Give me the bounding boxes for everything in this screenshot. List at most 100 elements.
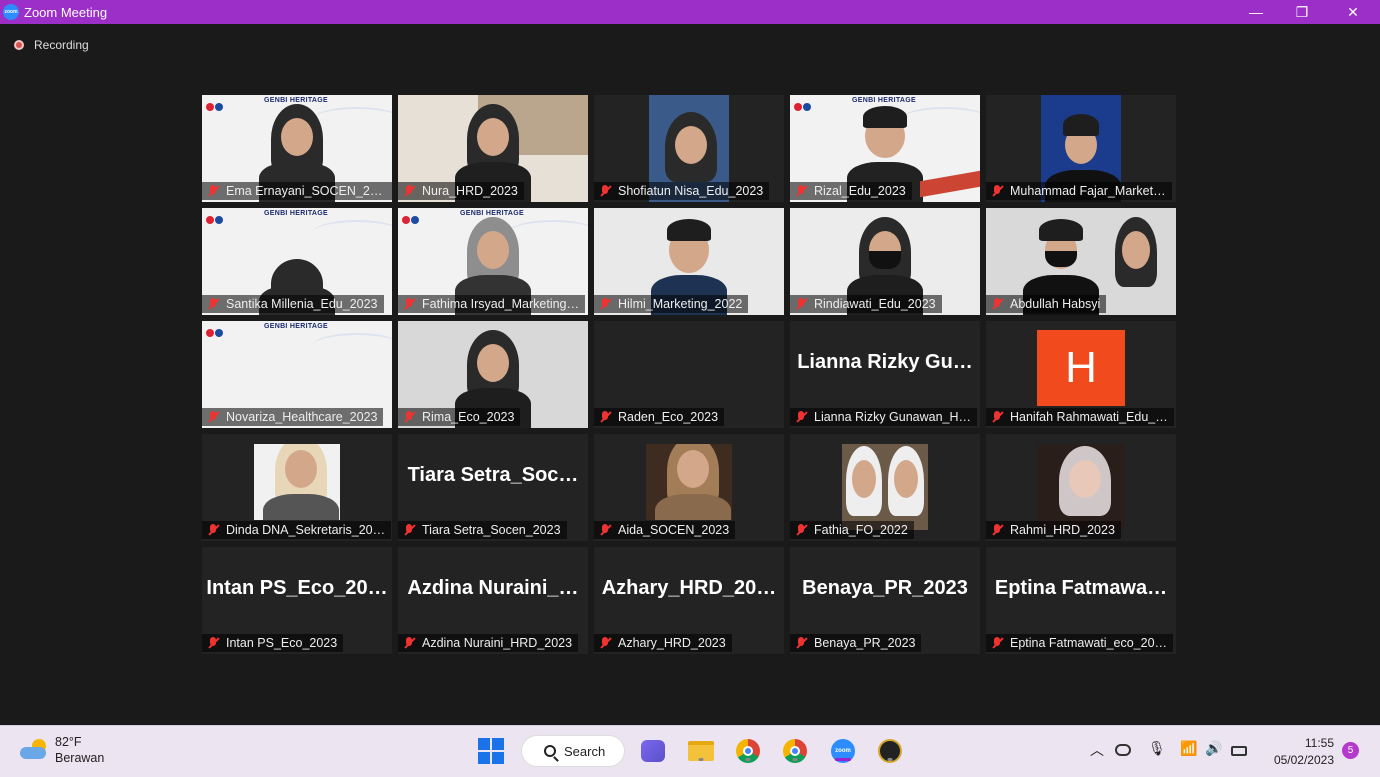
participant-name: Lianna Rizky Gunawan_H… <box>814 410 972 424</box>
participant-video <box>259 104 335 202</box>
participant-display-name: Benaya_PR_2023 <box>802 577 968 599</box>
participant-name: Santika Millenia_Edu_2023 <box>226 297 378 311</box>
participant-display-name: Eptina Fatmawa… <box>994 577 1168 599</box>
participant-tile[interactable]: Raden_Eco_2023 <box>594 321 784 428</box>
participant-tile[interactable]: Lianna Rizky Gu… Lianna Rizky Gunawan_H… <box>790 321 980 428</box>
participant-name: Fathima Irsyad_Marketing… <box>422 297 580 311</box>
participant-name-tag: Shofiatun Nisa_Edu_2023 <box>594 182 770 200</box>
notification-badge[interactable]: 5 <box>1342 742 1359 759</box>
participant-name-tag: Intan PS_Eco_2023 <box>202 634 344 652</box>
participant-name-tag: Benaya_PR_2023 <box>790 634 922 652</box>
participant-tile[interactable]: Hilmi_Marketing_2022 <box>594 208 784 315</box>
close-button[interactable]: ✕ <box>1330 0 1376 24</box>
participant-name: Rindiawati_Edu_2023 <box>814 297 936 311</box>
participant-display-name: Lianna Rizky Gu… <box>797 351 973 373</box>
participant-tile[interactable]: Eptina Fatmawa… Eptina Fatmawati_eco_20… <box>986 547 1176 654</box>
participant-avatar <box>254 444 340 520</box>
wifi-icon[interactable]: 📶 <box>1180 740 1197 757</box>
participant-tile[interactable]: Rindiawati_Edu_2023 <box>790 208 980 315</box>
sponsor-logos-icon <box>794 98 812 111</box>
mic-muted-icon <box>402 523 416 537</box>
mic-muted-icon <box>402 410 416 424</box>
participant-tile[interactable]: Muhammad Fajar_Market… <box>986 95 1176 202</box>
battery-icon[interactable] <box>1231 746 1247 756</box>
volume-icon[interactable]: 🔊 <box>1205 740 1222 757</box>
participant-video <box>455 217 531 315</box>
mic-muted-icon <box>206 410 220 424</box>
participant-tile[interactable]: Intan PS_Eco_20… Intan PS_Eco_2023 <box>202 547 392 654</box>
chrome-profile-button[interactable] <box>781 737 809 765</box>
participant-name-tag: Muhammad Fajar_Market… <box>986 182 1172 200</box>
participant-tile[interactable]: GENBI HERITAGE Rizal_Edu_2023 <box>790 95 980 202</box>
onedrive-warning-icon[interactable] <box>1115 744 1131 756</box>
participant-tile[interactable]: Rahmi_HRD_2023 <box>986 434 1176 541</box>
chrome-button[interactable] <box>734 737 762 765</box>
participant-display-name: Tiara Setra_Soc… <box>407 464 579 486</box>
participant-video <box>847 217 923 315</box>
participant-tile[interactable]: Aida_SOCEN_2023 <box>594 434 784 541</box>
taskbar-search[interactable]: Search <box>521 735 625 767</box>
mic-muted-icon <box>794 184 808 198</box>
participant-tile[interactable]: GENBI HERITAGE Santika Millenia_Edu_2023 <box>202 208 392 315</box>
participant-tile[interactable]: Fathia_FO_2022 <box>790 434 980 541</box>
participant-tile[interactable]: Abdullah Habsyi <box>986 208 1176 315</box>
participant-avatar <box>1038 444 1124 530</box>
mic-muted-icon <box>598 297 612 311</box>
mic-muted-icon <box>598 410 612 424</box>
windows-taskbar: 82°F Berawan Search zoom ︿ 🎙 📶 🔊 11:55 0 <box>0 725 1380 777</box>
participant-name: Dinda DNA_Sekretaris_20… <box>226 523 386 537</box>
participant-tile[interactable]: Dinda DNA_Sekretaris_20… <box>202 434 392 541</box>
participant-tile[interactable]: Benaya_PR_2023 Benaya_PR_2023 <box>790 547 980 654</box>
participant-name: Benaya_PR_2023 <box>814 636 916 650</box>
participant-name-tag: Novariza_Healthcare_2023 <box>202 408 384 426</box>
participant-video <box>1023 217 1099 315</box>
file-explorer-button[interactable] <box>687 737 715 765</box>
participant-tile[interactable]: H Hanifah Rahmawati_Edu_… <box>986 321 1176 428</box>
participant-name: Fathia_FO_2022 <box>814 523 908 537</box>
participant-name: Nura_HRD_2023 <box>422 184 518 198</box>
participant-video <box>847 104 923 202</box>
participant-name-tag: Lianna Rizky Gunawan_H… <box>790 408 978 426</box>
show-hidden-icons-chevron-up-icon[interactable]: ︿ <box>1090 740 1104 760</box>
search-label: Search <box>564 743 606 759</box>
minimize-button[interactable]: — <box>1233 0 1279 24</box>
participant-tile[interactable]: Tiara Setra_Soc… Tiara Setra_Socen_2023 <box>398 434 588 541</box>
start-button[interactable] <box>477 737 505 765</box>
participant-tile[interactable]: Shofiatun Nisa_Edu_2023 <box>594 95 784 202</box>
participant-tile[interactable]: Azdina Nuraini_… Azdina Nuraini_HRD_2023 <box>398 547 588 654</box>
participant-video <box>455 104 531 202</box>
participant-name-tag: Abdullah Habsyi <box>986 295 1107 313</box>
weather-widget[interactable]: 82°F Berawan <box>20 734 104 766</box>
mic-muted-icon <box>794 297 808 311</box>
participant-tile[interactable]: Azhary_HRD_20… Azhary_HRD_2023 <box>594 547 784 654</box>
mic-muted-icon <box>990 410 1004 424</box>
participant-tile[interactable]: Rima_Eco_2023 <box>398 321 588 428</box>
app-taskbar-button[interactable] <box>876 737 904 765</box>
participant-tile[interactable]: GENBI HERITAGE Ema Ernayani_SOCEN_20… <box>202 95 392 202</box>
mic-muted-icon <box>206 184 220 198</box>
participant-display-name: Azdina Nuraini_… <box>407 577 579 599</box>
participant-video <box>455 330 531 428</box>
participant-tile[interactable]: GENBI HERITAGE Fathima Irsyad_Marketing… <box>398 208 588 315</box>
participant-display-name: Azhary_HRD_20… <box>601 577 777 599</box>
sponsor-logos-icon <box>206 98 224 111</box>
system-clock[interactable]: 11:55 05/02/2023 <box>1266 735 1334 769</box>
participant-tile[interactable]: Nura_HRD_2023 <box>398 95 588 202</box>
teams-chat-icon <box>641 740 665 762</box>
participant-name: Rizal_Edu_2023 <box>814 184 906 198</box>
participant-video <box>651 217 727 315</box>
participant-name: Aida_SOCEN_2023 <box>618 523 730 537</box>
participant-name: Novariza_Healthcare_2023 <box>226 410 378 424</box>
restore-button[interactable]: ❐ <box>1279 0 1325 24</box>
recording-icon <box>14 40 24 50</box>
participant-name-tag: Raden_Eco_2023 <box>594 408 725 426</box>
mic-muted-icon <box>402 184 416 198</box>
window-titlebar: zoom Zoom Meeting — ❐ ✕ <box>0 0 1380 24</box>
teams-chat-button[interactable] <box>639 737 667 765</box>
participant-name-tag: Rizal_Edu_2023 <box>790 182 912 200</box>
recording-indicator[interactable]: Recording <box>14 38 89 52</box>
zoom-taskbar-button[interactable]: zoom <box>829 737 857 765</box>
mic-muted-icon <box>402 636 416 650</box>
participant-tile[interactable]: GENBI HERITAGE Novariza_Healthcare_2023 <box>202 321 392 428</box>
microphone-icon[interactable]: 🎙 <box>1148 740 1166 757</box>
